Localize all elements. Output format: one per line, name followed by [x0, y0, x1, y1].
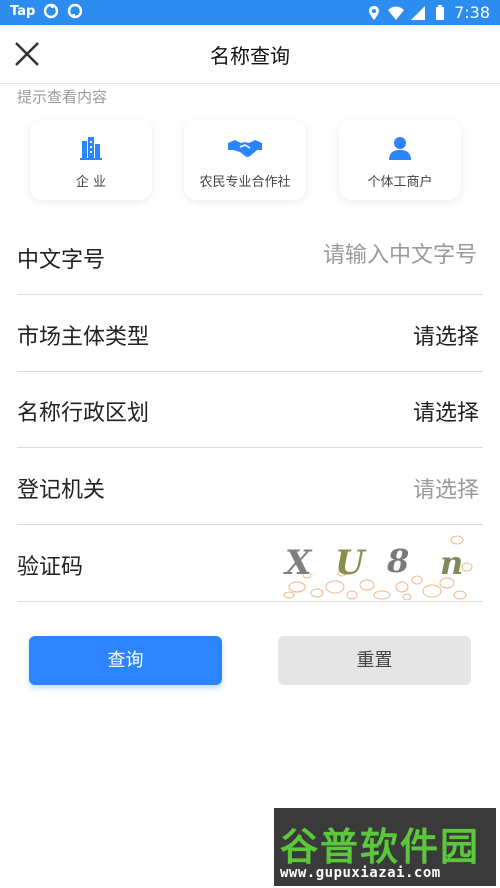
- status-bar: Tap 7:38: [0, 0, 500, 25]
- status-left: Tap: [10, 3, 83, 19]
- market-type-select[interactable]: 请选择: [413, 319, 479, 351]
- watermark-title: 谷普软件园: [280, 825, 481, 869]
- watermark: 谷普软件园 www.gupuxiazai.com: [274, 808, 496, 886]
- captcha-image[interactable]: X U 8 n: [277, 525, 475, 600]
- signal-icon: [411, 5, 426, 20]
- person-icon: [389, 137, 411, 160]
- name-field-input[interactable]: [255, 242, 479, 269]
- name-field-label: 中文字号: [17, 248, 106, 273]
- captcha-char: X: [283, 543, 313, 583]
- region-label: 名称行政区划: [17, 401, 150, 426]
- location-icon: [369, 5, 380, 20]
- category-label: 农民专业合作社: [199, 175, 291, 190]
- watermark-url: www.gupuxiazai.com: [280, 865, 441, 881]
- battery-icon: [436, 4, 445, 20]
- category-enterprise[interactable]: 企 业: [30, 120, 152, 200]
- query-button[interactable]: 查询: [29, 636, 222, 685]
- region-row[interactable]: 名称行政区划 请选择: [17, 371, 483, 448]
- authority-label: 登记机关: [17, 478, 106, 503]
- status-right: 7:38: [366, 3, 490, 22]
- sync-icon: [44, 3, 59, 19]
- category-label: 企 业: [75, 175, 107, 190]
- title-bar: 名称查询: [0, 25, 500, 84]
- reset-button[interactable]: 重置: [278, 636, 471, 685]
- market-type-label: 市场主体类型: [17, 325, 150, 350]
- authority-row[interactable]: 登记机关 请选择: [17, 448, 483, 525]
- captcha-char: U: [335, 543, 367, 583]
- hint-text: 提示查看内容: [17, 88, 108, 106]
- captcha-char: 8: [386, 542, 409, 580]
- authority-select[interactable]: 请选择: [413, 472, 479, 504]
- category-cooperative[interactable]: 农民专业合作社: [184, 120, 306, 200]
- region-select[interactable]: 请选择: [413, 395, 479, 427]
- page-title: 名称查询: [210, 44, 290, 68]
- handshake-icon: [228, 140, 262, 157]
- building-icon: [80, 137, 102, 160]
- category-individual[interactable]: 个体工商户: [339, 120, 461, 200]
- wifi-icon: [388, 6, 405, 20]
- captcha-char: n: [440, 544, 463, 582]
- category-label: 个体工商户: [367, 175, 433, 190]
- captcha-label: 验证码: [17, 555, 84, 580]
- status-time: 7:38: [454, 3, 490, 22]
- carrier-text: Tap: [10, 3, 36, 19]
- sync-icon: [68, 3, 83, 19]
- captcha-row: 验证码 X U 8 n: [17, 525, 483, 602]
- market-type-row[interactable]: 市场主体类型 请选择: [17, 295, 483, 372]
- name-field-row: 中文字号: [17, 218, 483, 295]
